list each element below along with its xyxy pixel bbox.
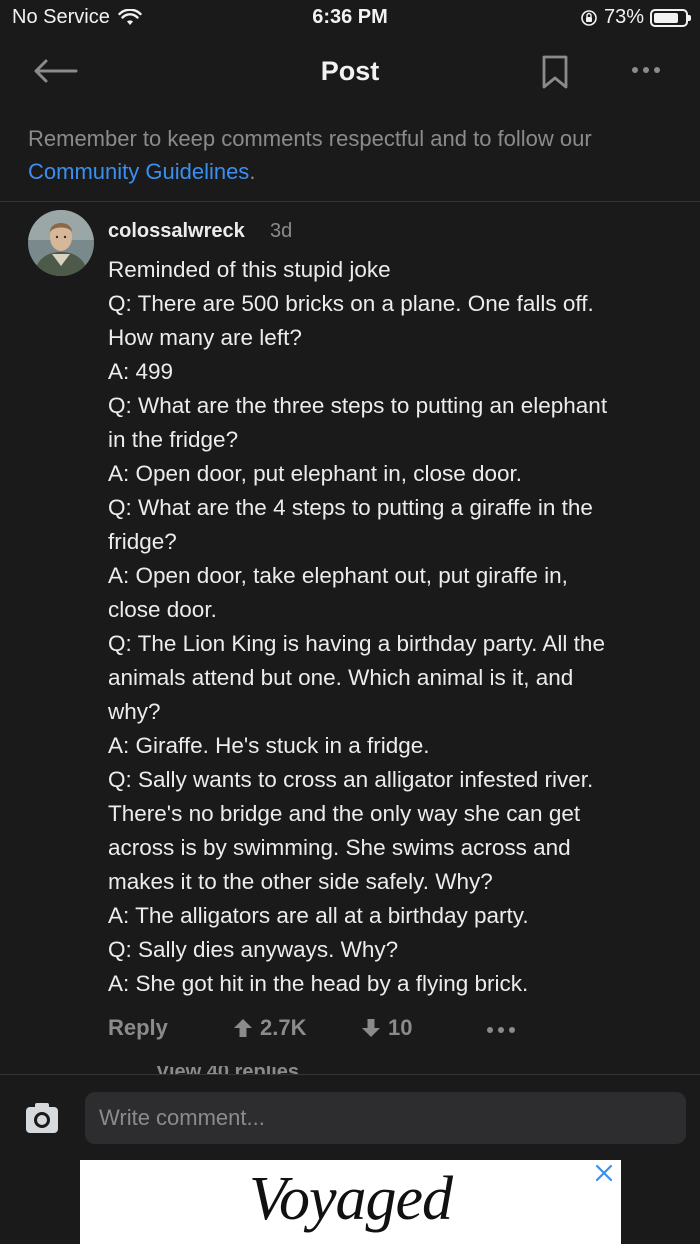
comment-compose-bar: Write comment...: [0, 1074, 700, 1159]
downvote-count: 10: [388, 1015, 413, 1040]
comment-body: Reminded of this stupid joke Q: There ar…: [108, 253, 678, 1001]
camera-icon[interactable]: [24, 1101, 60, 1135]
comment-line: why?: [108, 699, 161, 724]
battery-percent: 73%: [603, 6, 644, 28]
comment-line: Q: There are 500 bricks on a plane. One …: [108, 291, 594, 316]
more-icon[interactable]: [628, 56, 664, 84]
ad-banner[interactable]: Voyaged: [80, 1160, 621, 1244]
comment-input[interactable]: Write comment...: [85, 1092, 686, 1144]
comment-line: A: Giraffe. He's stuck in a fridge.: [108, 733, 430, 758]
comment-line: Q: Sally dies anyways. Why?: [108, 937, 399, 962]
comment-line: Q: What are the 4 steps to putting a gir…: [108, 495, 593, 520]
comment-line: Q: What are the three steps to putting a…: [108, 393, 608, 418]
notice-suffix: .: [249, 159, 256, 184]
ad-brand-text: Voyaged: [248, 1165, 453, 1233]
comment-line: Q: The Lion King is having a birthday pa…: [108, 631, 605, 656]
community-guidelines-link[interactable]: Community Guidelines: [28, 159, 249, 184]
comment-line: A: Open door, put elephant in, close doo…: [108, 461, 523, 486]
avatar[interactable]: [28, 210, 94, 276]
comment-line: A: The alligators are all at a birthday …: [108, 903, 529, 928]
comment-line: How many are left?: [108, 325, 302, 350]
comment-author[interactable]: colossalwreck: [108, 220, 245, 243]
downvote-button[interactable]: 10: [360, 1015, 412, 1041]
comment-line: close door.: [108, 597, 217, 622]
comment-line: across is by swimming. She swims across …: [108, 835, 571, 860]
divider: [0, 201, 700, 202]
upvote-button[interactable]: 2.7K: [232, 1015, 306, 1041]
notice-text: Remember to keep comments respectful and…: [28, 126, 592, 151]
upvote-arrow-icon: [234, 1019, 252, 1037]
view-replies-link[interactable]: View 40 replies: [156, 1066, 299, 1074]
comment-line: A: She got hit in the head by a flying b…: [108, 971, 529, 996]
orientation-lock-icon: [581, 9, 597, 26]
upvote-count: 2.7K: [260, 1015, 307, 1040]
comment-line: in the fridge?: [108, 427, 239, 452]
comment-line: A: 499: [108, 359, 174, 384]
bookmark-icon[interactable]: [540, 54, 570, 90]
comment-line: fridge?: [108, 529, 177, 554]
comment-more-icon[interactable]: [484, 1019, 518, 1041]
comment-line: Reminded of this stupid joke: [108, 257, 391, 282]
close-icon[interactable]: [593, 1162, 615, 1184]
comment-line: animals attend but one. Which animal is …: [108, 665, 574, 690]
page-title: Post: [320, 56, 380, 86]
comment-line: makes it to the other side safely. Why?: [108, 869, 493, 894]
reply-button[interactable]: Reply: [108, 1015, 168, 1041]
downvote-arrow-icon: [362, 1019, 380, 1037]
status-right: 73%: [580, 6, 691, 29]
battery-icon: [650, 8, 691, 27]
community-notice: Remember to keep comments respectful and…: [28, 122, 678, 188]
comment-line: There's no bridge and the only way she c…: [108, 801, 581, 826]
status-bar: No Service 6:36 PM 73%: [0, 0, 700, 36]
nav-bar: Post: [0, 36, 700, 108]
comment-line: A: Open door, take elephant out, put gir…: [108, 563, 568, 588]
comment-actions: Reply 2.7K 10: [108, 1013, 668, 1049]
comment-age: 3d: [270, 220, 293, 242]
comment-line: Q: Sally wants to cross an alligator inf…: [108, 767, 594, 792]
